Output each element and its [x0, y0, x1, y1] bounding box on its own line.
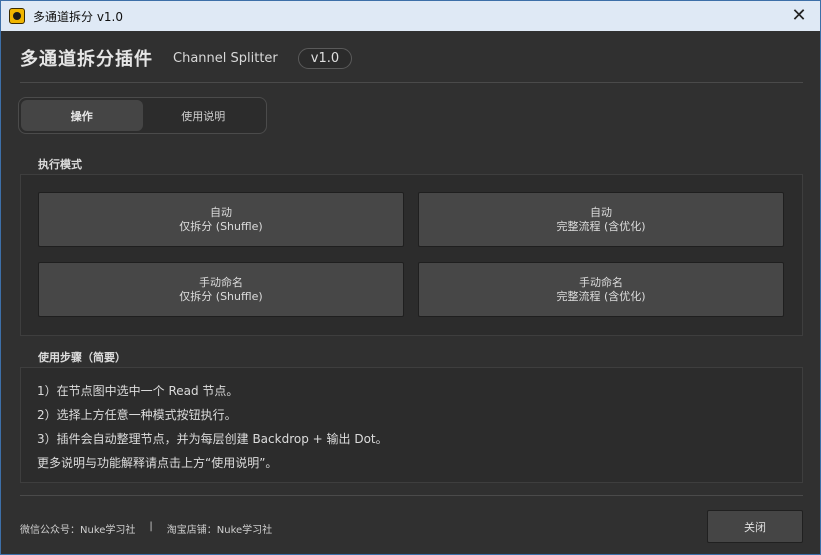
manual-split-button[interactable]: 手动命名 仅拆分 (Shuffle)	[38, 262, 404, 317]
auto-split-button[interactable]: 自动 仅拆分 (Shuffle)	[38, 192, 404, 247]
button-line2: 仅拆分 (Shuffle)	[179, 219, 263, 233]
window-title: 多通道拆分 v1.0	[33, 9, 124, 24]
wechat-text: 微信公众号：Nuke学习社	[20, 525, 136, 536]
footer-separator: |	[149, 521, 153, 532]
step-line: 1）在节点图中选中一个 Read 节点。	[37, 384, 239, 398]
tab-bar: 操作 使用说明	[18, 97, 267, 134]
button-line2: 仅拆分 (Shuffle)	[179, 289, 263, 303]
tab-instructions[interactable]: 使用说明	[143, 100, 265, 131]
button-line1: 自动	[210, 205, 232, 219]
button-line2: 完整流程 (含优化)	[556, 219, 646, 233]
page-title: 多通道拆分插件	[20, 49, 153, 70]
header: 多通道拆分插件 Channel Splitter v1.0	[20, 45, 353, 71]
footer-divider	[20, 495, 803, 496]
app-window: 多通道拆分 v1.0 ✕ 多通道拆分插件 Channel Splitter v1…	[0, 0, 821, 555]
steps-group: 1）在节点图中选中一个 Read 节点。 2）选择上方任意一种模式按钮执行。 3…	[20, 367, 803, 483]
page-subtitle: Channel Splitter	[173, 50, 278, 66]
nuke-app-icon	[9, 8, 25, 24]
title-bar[interactable]: 多通道拆分 v1.0 ✕	[1, 1, 820, 31]
steps-label: 使用步骤（简要）	[38, 351, 126, 364]
button-line1: 手动命名	[579, 275, 623, 289]
manual-full-button[interactable]: 手动命名 完整流程 (含优化)	[418, 262, 784, 317]
button-line1: 手动命名	[199, 275, 243, 289]
window-close-icon[interactable]: ✕	[788, 5, 810, 27]
close-button[interactable]: 关闭	[707, 510, 803, 543]
step-line: 更多说明与功能解释请点击上方“使用说明”。	[37, 456, 278, 470]
version-badge: v1.0	[297, 47, 353, 69]
button-line1: 自动	[590, 205, 612, 219]
auto-full-button[interactable]: 自动 完整流程 (含优化)	[418, 192, 784, 247]
shop-text: 淘宝店铺：Nuke学习社	[166, 525, 273, 536]
execution-mode-label: 执行模式	[38, 158, 82, 171]
header-divider	[20, 82, 803, 83]
step-line: 3）插件会自动整理节点，并为每层创建 Backdrop + 输出 Dot。	[37, 432, 388, 446]
tab-operations[interactable]: 操作	[21, 100, 143, 131]
footer-info: 微信公众号：Nuke学习社 | 淘宝店铺：Nuke学习社	[20, 521, 272, 536]
execution-mode-group: 自动 仅拆分 (Shuffle) 自动 完整流程 (含优化) 手动命名 仅拆分 …	[20, 174, 803, 336]
step-line: 2）选择上方任意一种模式按钮执行。	[37, 408, 237, 422]
button-line2: 完整流程 (含优化)	[556, 289, 646, 303]
